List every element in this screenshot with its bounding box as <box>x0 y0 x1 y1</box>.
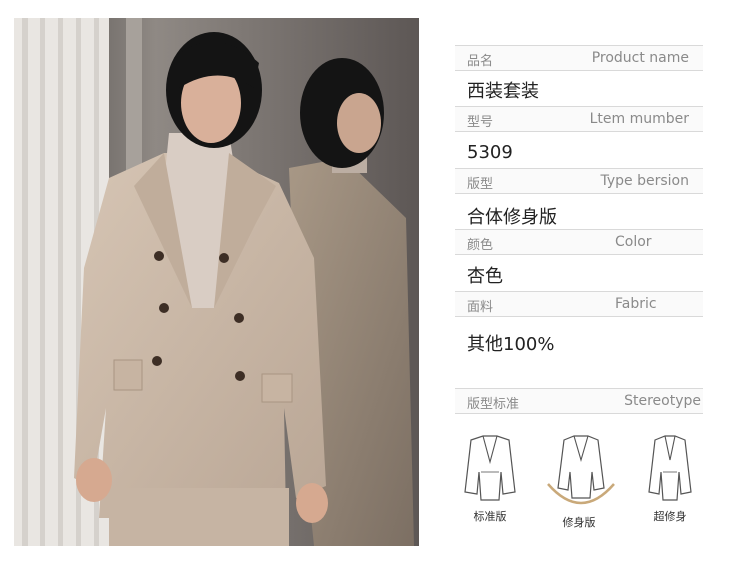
label-en: Color <box>615 234 652 250</box>
value-fabric: 其他100% <box>467 334 555 355</box>
fit-extra-slim: 超修身 <box>635 432 705 524</box>
label-en: Type bersion <box>600 173 689 189</box>
label-en: Fabric <box>615 296 657 312</box>
fit-standard: 标准版 <box>455 432 525 524</box>
value-item-number: 5309 <box>467 142 513 163</box>
value-color: 杏色 <box>467 266 503 287</box>
fit-type-icons: 标准版 修身版 超修身 <box>455 432 725 542</box>
row-header-type-version: 版型 Type bersion <box>455 168 703 194</box>
fit-label: 修身版 <box>562 516 596 529</box>
label-en: Ltem mumber <box>589 111 689 127</box>
label-en: Stereotype <box>624 393 701 409</box>
model-photo-illustration <box>14 18 419 546</box>
fit-label: 标准版 <box>473 510 507 523</box>
fit-label: 超修身 <box>653 510 687 523</box>
label-cn: 型号 <box>467 115 494 130</box>
product-photo <box>14 18 419 546</box>
label-cn: 颜色 <box>467 238 494 253</box>
row-header-item-number: 型号 Ltem mumber <box>455 106 703 132</box>
row-header-product-name: 品名 Product name <box>455 45 703 71</box>
label-cn: 版型标准 <box>467 397 520 412</box>
row-header-fabric: 面料 Fabric <box>455 291 703 317</box>
value-type-version: 合体修身版 <box>467 207 557 228</box>
label-cn: 品名 <box>467 54 494 69</box>
jacket-standard-icon <box>464 435 516 501</box>
value-product-name: 西装套装 <box>467 81 539 102</box>
row-header-stereotype: 版型标准 Stereotype <box>455 388 703 414</box>
jacket-slim-icon <box>547 435 615 505</box>
fit-slim: 修身版 <box>544 432 615 530</box>
label-cn: 版型 <box>467 177 494 192</box>
label-en: Product name <box>591 50 689 66</box>
label-cn: 面料 <box>467 300 494 315</box>
row-header-color: 颜色 Color <box>455 229 703 255</box>
jacket-extra-slim-icon <box>648 435 692 501</box>
